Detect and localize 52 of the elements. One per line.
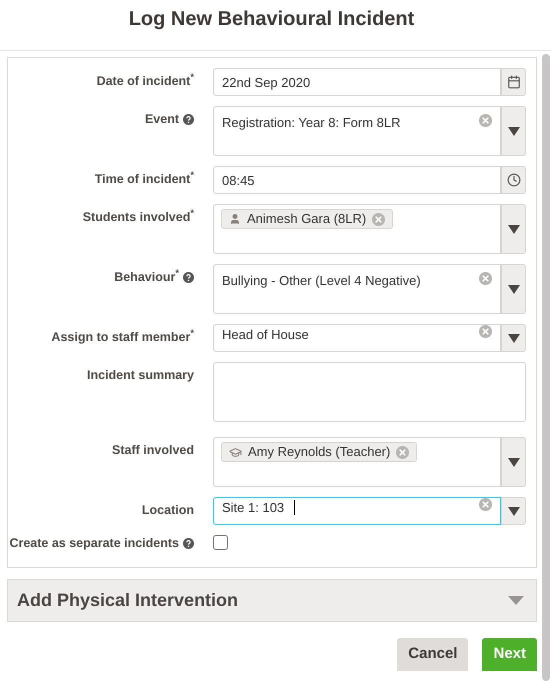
- select-field[interactable]: Registration: Year 8: Form 8LR: [213, 106, 501, 156]
- field-label: Create as separate incidents: [9, 535, 179, 551]
- field-label: Assign to staff member$^{*}$: [51, 329, 194, 345]
- help-icon[interactable]: [183, 272, 194, 283]
- caret-icon: [508, 506, 520, 516]
- scrollbar[interactable]: [542, 54, 550, 681]
- tag-chip[interactable]: Amy Reynolds (Teacher): [221, 442, 418, 462]
- clock-icon: [506, 173, 520, 187]
- help-icon[interactable]: [183, 538, 194, 549]
- field-label: Event: [144, 111, 179, 127]
- dropdown-button[interactable]: [501, 264, 526, 314]
- calendar-icon: [506, 75, 520, 89]
- tags-field[interactable]: Animesh Gara (8LR): [213, 204, 501, 254]
- field-label: Date of incident$^{*}$: [96, 73, 194, 89]
- field-label: Behaviour$^{*}$: [114, 269, 179, 285]
- summary-field[interactable]: [213, 362, 526, 422]
- accordion-header[interactable]: Add Physical Intervention: [7, 579, 537, 622]
- caret-icon: [508, 224, 520, 234]
- calendar-button[interactable]: [501, 68, 526, 96]
- person-icon: [229, 213, 241, 225]
- dropdown-button[interactable]: [501, 437, 526, 487]
- tags-field[interactable]: Amy Reynolds (Teacher): [213, 437, 501, 487]
- tag-text: Amy Reynolds (Teacher): [248, 443, 390, 462]
- checkbox[interactable]: [213, 534, 228, 550]
- dialog-title: Log New Behavioural Incident: [128, 7, 416, 32]
- dropdown-button[interactable]: [501, 204, 526, 254]
- select-field[interactable]: Site 1: 103: [213, 497, 501, 525]
- field-label: Location: [142, 502, 194, 518]
- field-label: Staff involved: [112, 442, 194, 458]
- text-cursor: [294, 500, 296, 516]
- tag-chip[interactable]: Animesh Gara (8LR): [221, 209, 394, 229]
- caret-icon: [508, 596, 524, 605]
- caret-icon: [508, 458, 520, 466]
- caret-icon: [508, 126, 520, 136]
- time-field[interactable]: 08:45: [213, 166, 501, 194]
- dropdown-button[interactable]: [501, 106, 526, 156]
- mortarboard-icon: [229, 446, 242, 458]
- caret-icon: [508, 334, 520, 342]
- clock-button[interactable]: [501, 166, 526, 194]
- date-field[interactable]: 22nd Sep 2020: [213, 68, 501, 96]
- field-label: Incident summary: [87, 367, 194, 383]
- field-label: Time of incident$^{*}$: [94, 171, 194, 187]
- tag-text: Animesh Gara (8LR): [247, 210, 366, 228]
- select-field[interactable]: Bullying - Other (Level 4 Negative): [213, 264, 501, 314]
- field-label: Students involved$^{*}$: [82, 209, 194, 225]
- cancel-button[interactable]: Cancel: [397, 638, 468, 671]
- caret-icon: [508, 284, 520, 294]
- dropdown-button[interactable]: [501, 497, 526, 525]
- help-icon[interactable]: [183, 114, 194, 125]
- accordion-title: Add Physical Intervention: [17, 589, 238, 612]
- dropdown-button[interactable]: [501, 324, 526, 352]
- select-field[interactable]: Head of House: [213, 324, 501, 352]
